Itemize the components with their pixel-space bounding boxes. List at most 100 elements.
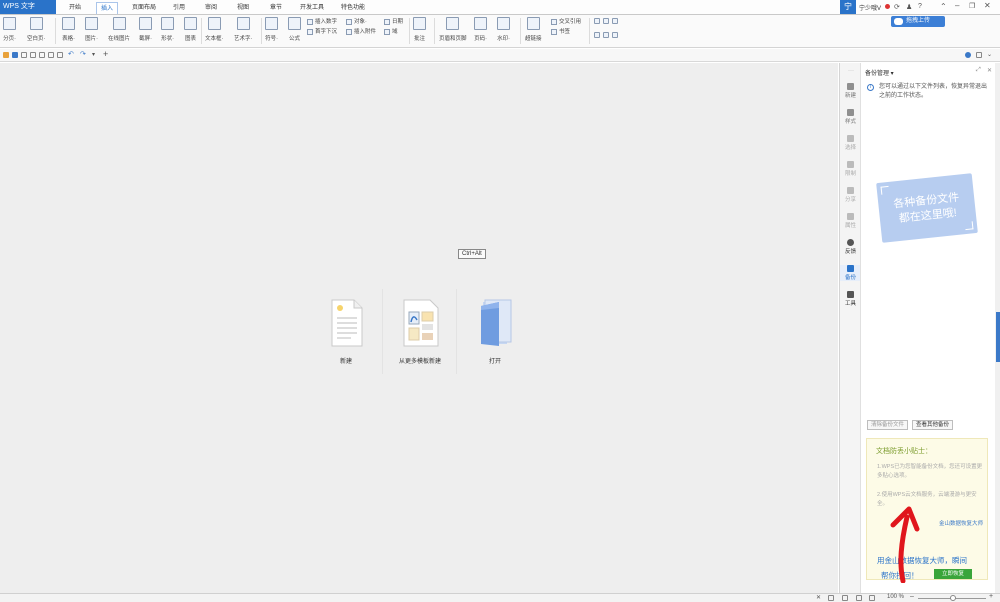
page-view-icon[interactable]	[842, 595, 848, 601]
minimize-icon[interactable]: –	[955, 1, 959, 10]
watermark-button[interactable]: 水印·	[497, 17, 510, 45]
sidebar-item-new[interactable]: 新建	[840, 83, 861, 99]
wps-app-menu-button[interactable]: WPS 文字	[0, 0, 56, 14]
collapse-pane-handle[interactable]	[996, 312, 1000, 362]
sidebar-item-properties[interactable]: 属性	[840, 213, 861, 229]
data-recovery-link[interactable]: 金山数据恢复大师	[939, 519, 983, 527]
drop-cap-button[interactable]: 首字下沉	[307, 28, 337, 36]
picture-icon	[85, 17, 98, 30]
close-icon[interactable]: ✕	[984, 1, 991, 10]
zoom-in-icon[interactable]: +	[989, 593, 993, 600]
wordart-button[interactable]: 艺术字·	[234, 17, 252, 45]
tab-chapter[interactable]: 章节	[266, 2, 286, 14]
tool-2-icon[interactable]	[603, 18, 609, 24]
export-icon[interactable]	[39, 52, 45, 58]
tool-4-icon[interactable]	[594, 31, 600, 38]
expand-icon[interactable]: ⌄	[987, 51, 992, 58]
attachment-button[interactable]: 插入附件	[346, 28, 376, 36]
customize-dropdown-icon[interactable]: ▾	[92, 51, 95, 58]
template-new-card[interactable]: 从更多模板新建	[392, 298, 448, 365]
open-folder-icon[interactable]	[3, 52, 9, 58]
symbol-button[interactable]: 符号·	[265, 17, 278, 45]
tab-page-layout[interactable]: 页面布局	[128, 2, 160, 14]
tool-1-icon[interactable]	[594, 18, 600, 24]
tab-special[interactable]: 特色功能	[337, 2, 369, 14]
restore-now-button[interactable]: 立即恢复	[934, 569, 972, 579]
sidebar-item-style[interactable]: 样式	[840, 109, 861, 125]
collapse-ribbon-icon[interactable]: ⌃	[940, 2, 947, 11]
undo-icon[interactable]: ↶	[68, 50, 74, 58]
online-picture-button[interactable]: 在线图片	[108, 17, 130, 45]
read-mode-icon[interactable]	[828, 595, 834, 601]
task-pane-tabs: ··· 新建 样式 选择 限制 分享 属性 反馈 备份 工具	[839, 63, 861, 593]
insert-number-button[interactable]: 插入数字	[307, 18, 337, 26]
skin-icon[interactable]: ⟳	[894, 3, 900, 11]
save-icon[interactable]	[12, 52, 18, 58]
shirt-icon[interactable]: ♟	[906, 3, 912, 11]
sidebar-item-tools[interactable]: 工具	[840, 291, 861, 307]
clear-backup-button[interactable]: 清除备份文件	[867, 420, 909, 430]
cloud-sync-icon[interactable]	[965, 52, 971, 58]
shape-button[interactable]: 形状·	[161, 17, 174, 45]
comment-button[interactable]: 批注	[413, 17, 426, 45]
new-document-card[interactable]: 新建	[318, 298, 374, 365]
restore-icon[interactable]: ❐	[969, 2, 975, 10]
more-icon[interactable]: ···	[848, 68, 854, 74]
zoom-level[interactable]: 100 %	[887, 594, 904, 600]
cross-reference-button[interactable]: 交叉引用	[551, 18, 581, 26]
tab-home[interactable]: 开始	[65, 2, 85, 14]
sidebar-item-share[interactable]: 分享	[840, 187, 861, 203]
sidebar-item-backup[interactable]: 备份	[840, 265, 861, 281]
formula-button[interactable]: 公式	[288, 17, 301, 45]
outline-view-icon[interactable]	[856, 595, 862, 601]
user-name[interactable]: 宁少哦V	[859, 3, 881, 12]
bookmark-button[interactable]: 书签	[551, 28, 581, 36]
new-tab-plus-icon[interactable]: +	[103, 49, 108, 59]
hyperlink-button[interactable]: 超链接	[525, 17, 542, 45]
textbox-button[interactable]: 文本框·	[205, 17, 223, 45]
drag-upload-button[interactable]: 拖拽上传	[891, 16, 945, 27]
chart-button[interactable]: 图表	[184, 17, 197, 45]
tab-review[interactable]: 审阅	[201, 2, 221, 14]
tool-5-icon[interactable]	[603, 31, 609, 38]
textbox-icon	[207, 17, 221, 30]
print-icon[interactable]	[30, 52, 36, 58]
tab-insert[interactable]: 插入	[96, 2, 119, 14]
tab-references[interactable]: 引用	[169, 2, 189, 14]
date-button[interactable]: 日期	[384, 18, 403, 26]
page-number-button[interactable]: 页码·	[474, 17, 487, 45]
panel-expand-icon[interactable]: ⤢	[976, 67, 981, 74]
template-document-icon	[403, 299, 439, 347]
close-doc-icon[interactable]: ✕	[816, 594, 821, 601]
panel-title-dropdown[interactable]: 备份管理 ▾	[865, 68, 894, 77]
tip-1: 1.WPS已为您智能备份文档，您还可设置更多贴心选项。	[877, 464, 983, 479]
sidebar-item-restrict[interactable]: 限制	[840, 161, 861, 177]
format-painter-icon[interactable]	[48, 52, 54, 58]
object-button[interactable]: 对象·	[346, 18, 376, 26]
tab-view[interactable]: 视图	[233, 2, 253, 14]
tool-3-icon[interactable]	[612, 18, 618, 24]
screenshot-button[interactable]: 截屏·	[139, 17, 152, 45]
find-icon[interactable]	[57, 52, 63, 58]
zoom-out-icon[interactable]: –	[910, 593, 914, 600]
table-button[interactable]: 表格·	[62, 17, 75, 45]
web-view-icon[interactable]	[869, 595, 875, 601]
open-document-card[interactable]: 打开	[467, 298, 523, 365]
picture-button[interactable]: 图片·	[85, 17, 98, 45]
zoom-slider-thumb[interactable]	[950, 595, 956, 601]
redo-icon[interactable]: ↷	[80, 50, 86, 58]
view-other-backup-button[interactable]: 查看其他备份	[912, 420, 954, 430]
field-button[interactable]: 域	[384, 28, 403, 36]
page-break-button[interactable]: 分页·	[3, 17, 16, 45]
panel-close-icon[interactable]: ✕	[987, 67, 992, 74]
lock-icon[interactable]	[612, 31, 618, 38]
print-preview-icon[interactable]	[21, 52, 27, 58]
share-icon[interactable]	[976, 52, 982, 58]
user-avatar[interactable]: 宁	[840, 0, 856, 14]
blank-page-button[interactable]: 空白页·	[27, 17, 45, 45]
help-icon[interactable]: ?	[918, 3, 922, 10]
header-footer-button[interactable]: 页眉和页脚	[439, 17, 467, 45]
sidebar-item-feedback[interactable]: 反馈	[840, 239, 861, 255]
tab-developer[interactable]: 开发工具	[296, 2, 328, 14]
sidebar-item-select[interactable]: 选择	[840, 135, 861, 151]
